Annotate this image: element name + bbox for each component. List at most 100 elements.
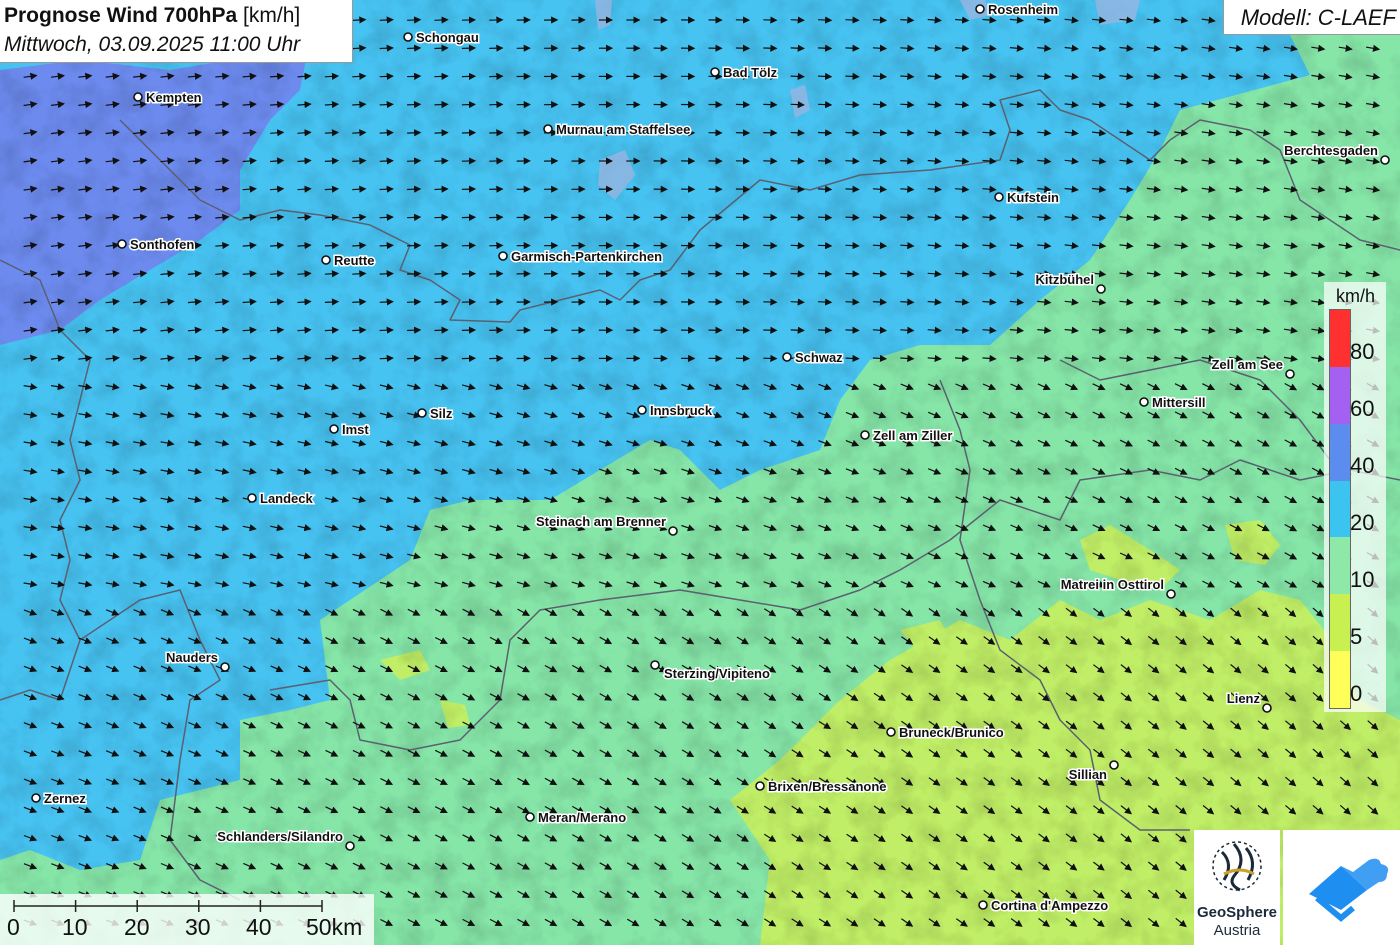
wind-arrow xyxy=(324,129,340,137)
city-dot xyxy=(1139,397,1149,407)
city-brixen-bressanone[interactable]: Brixen/Bressanone xyxy=(755,778,888,796)
wind-map[interactable]: Rosenheim Schongau Bad Tölz Kempten Murnau a… xyxy=(0,0,1400,945)
wind-arrow xyxy=(845,326,860,334)
map-title: Prognose Wind 700hPa [km/h] xyxy=(4,4,300,28)
wind-arrow xyxy=(434,44,449,52)
wind-arrow xyxy=(790,72,805,81)
geosphere-logo[interactable]: GeoSphere Austria xyxy=(1194,830,1280,945)
wind-arrow xyxy=(324,213,340,221)
city-zell-am-ziller[interactable]: Zell am Ziller xyxy=(860,427,954,445)
wind-arrow xyxy=(407,354,422,362)
wind-arrow xyxy=(900,326,915,334)
city-cortina-d-ampezzo[interactable]: Cortina d'Ampezzo xyxy=(978,897,1110,915)
city-label: Rosenheim xyxy=(988,2,1058,17)
legend-label-80: 80 xyxy=(1350,339,1375,364)
city-label: Mittersill xyxy=(1152,395,1205,410)
wind-arrow xyxy=(434,354,449,362)
legend-label-0: 0 xyxy=(1350,681,1363,706)
terrain-shading xyxy=(0,0,1400,945)
legend-swatch-0 xyxy=(1330,651,1350,709)
wind-legend: km/h 80 60 40 20 10 5 0 xyxy=(1324,282,1386,712)
wind-arrow xyxy=(845,270,860,278)
city-label: Schongau xyxy=(416,30,479,45)
wind-arrow xyxy=(324,354,340,362)
city-dot xyxy=(329,424,339,434)
city-label: Matrei in Osttirol xyxy=(1061,577,1164,592)
wind-arrow xyxy=(818,129,833,137)
wind-arrow xyxy=(818,72,833,81)
wind-arrow xyxy=(379,100,394,109)
wind-arrow xyxy=(900,72,915,81)
city-dot xyxy=(1285,369,1295,379)
wind-arrow xyxy=(407,298,422,306)
city-dot xyxy=(637,405,647,415)
wind-arrow xyxy=(434,298,449,306)
city-label: Kempten xyxy=(146,90,202,105)
city-dot xyxy=(345,841,355,851)
scale-label-20: 20 xyxy=(124,914,150,940)
city-label: Garmisch-Partenkirchen xyxy=(511,249,662,264)
wind-arrow xyxy=(818,242,833,250)
wind-arrow xyxy=(324,100,340,109)
city-label: Schlanders/Silandro xyxy=(217,829,343,844)
city-dot xyxy=(668,526,678,536)
wind-arrow xyxy=(872,101,888,109)
city-sonthofen[interactable]: Sonthofen xyxy=(117,236,196,254)
wind-arrow xyxy=(379,72,394,80)
wind-arrow xyxy=(790,326,805,334)
wind-arrow xyxy=(407,157,422,165)
wind-arrow xyxy=(407,129,422,137)
city-label: Nauders xyxy=(166,650,218,665)
scale-bar: 0 10 20 30 40 50km xyxy=(0,894,374,945)
wind-arrow xyxy=(324,157,340,165)
wind-arrow xyxy=(407,72,422,80)
city-label: Reutte xyxy=(334,253,374,268)
wind-arrow xyxy=(434,157,449,165)
wind-arrow xyxy=(790,213,805,222)
city-label: Zell am Ziller xyxy=(873,428,952,443)
city-innsbruck[interactable]: Innsbruck xyxy=(637,402,714,420)
wind-arrow xyxy=(379,354,394,362)
city-label: Meran/Merano xyxy=(538,810,626,825)
wind-arrow xyxy=(872,354,888,363)
city-rosenheim[interactable]: Rosenheim xyxy=(975,1,1060,19)
map-title-panel: Prognose Wind 700hPa [km/h] Mittwoch, 03… xyxy=(0,0,353,63)
city-bruneck-brunico[interactable]: Bruneck/Brunico xyxy=(886,724,1005,742)
wind-arrow xyxy=(407,44,422,52)
geosphere-subtitle: Austria xyxy=(1213,922,1261,939)
wind-arrow xyxy=(324,298,340,306)
city-meran-merano[interactable]: Meran/Merano xyxy=(525,809,628,827)
city-label: Bruneck/Brunico xyxy=(899,725,1004,740)
city-garmisch-partenkirchen[interactable]: Garmisch-Partenkirchen xyxy=(498,248,664,266)
map-title-unit: [km/h] xyxy=(243,4,301,27)
legend-swatch-80 xyxy=(1330,310,1350,367)
city-murnau-am-staffelsee[interactable]: Murnau am Staffelsee xyxy=(543,121,692,139)
wind-arrow xyxy=(379,44,394,52)
wind-arrow xyxy=(872,213,888,222)
wind-arrow xyxy=(407,213,422,221)
legend-unit: km/h xyxy=(1336,286,1376,306)
legend-swatch-60 xyxy=(1330,366,1350,424)
wind-arrow xyxy=(845,213,860,222)
legend-swatch-5 xyxy=(1330,594,1350,652)
wind-arrow xyxy=(900,298,915,306)
wind-arrow xyxy=(845,44,860,52)
city-label: Sterzing/Vipiteno xyxy=(664,666,770,681)
wind-arrow xyxy=(379,157,394,165)
weather-app-logo[interactable] xyxy=(1283,830,1400,945)
city-dot xyxy=(975,4,985,14)
city-dot xyxy=(498,251,508,261)
legend-swatch-10 xyxy=(1330,537,1350,595)
wind-arrow xyxy=(790,16,805,24)
wind-arrow xyxy=(872,44,888,52)
wind-arrow xyxy=(900,270,915,278)
geosphere-emblem-icon xyxy=(1212,841,1262,892)
wind-arrow xyxy=(818,44,833,52)
wind-arrow xyxy=(379,326,394,334)
wind-arrow xyxy=(407,185,422,193)
wind-arrow xyxy=(900,213,915,222)
wind-arrow xyxy=(818,157,833,165)
wind-arrow xyxy=(818,326,833,334)
city-schongau[interactable]: Schongau xyxy=(403,29,480,47)
city-dot xyxy=(117,239,127,249)
